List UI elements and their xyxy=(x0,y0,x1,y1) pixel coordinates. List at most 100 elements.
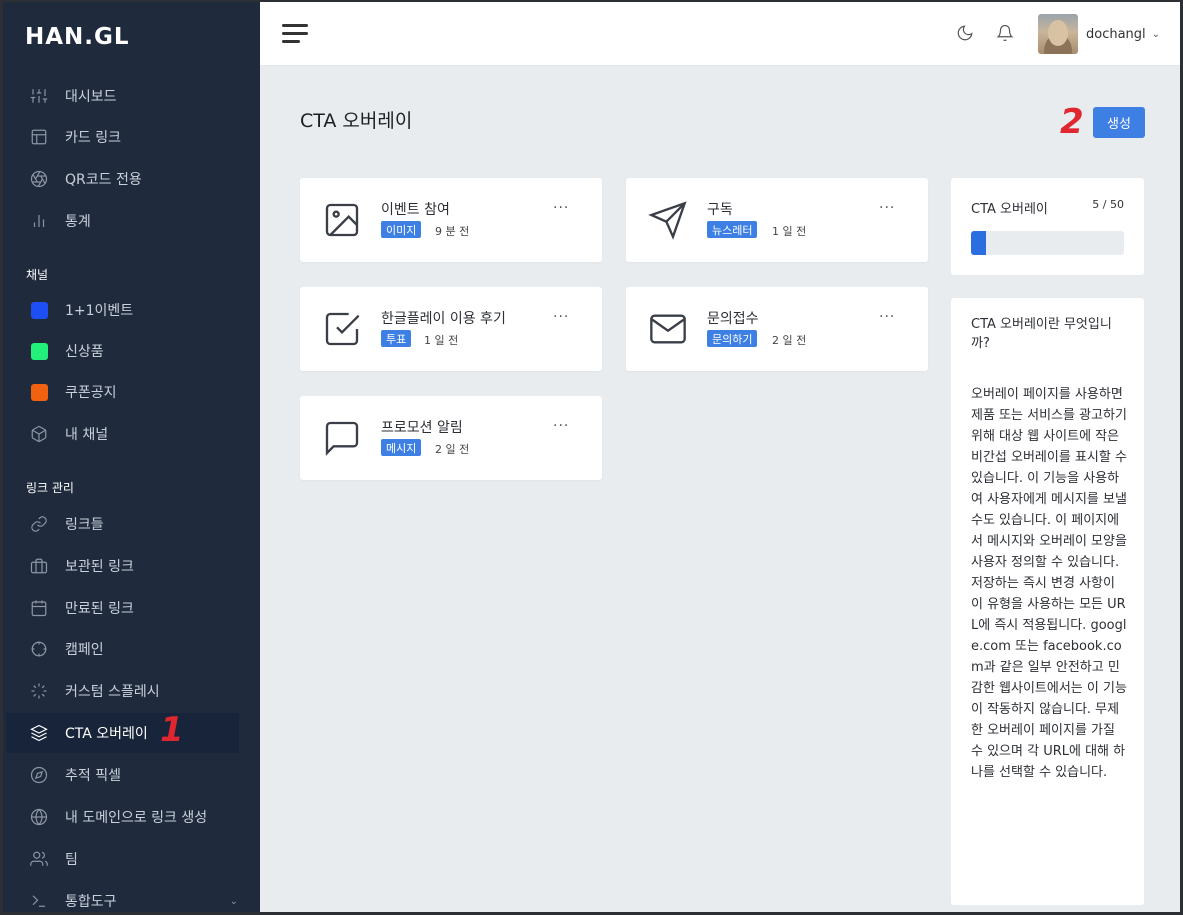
brand-logo[interactable]: HAN.GL xyxy=(25,24,130,50)
overlay-card-inquiry[interactable]: 문의접수 문의하기 2 일 전 ··· xyxy=(626,287,928,371)
card-title: 한글플레이 이용 후기 xyxy=(381,311,506,327)
more-options-icon[interactable]: ··· xyxy=(553,309,569,325)
users-icon xyxy=(29,849,49,869)
type-badge: 문의하기 xyxy=(707,330,758,347)
sidebar-item-label: 카드 링크 xyxy=(65,130,121,146)
sidebar-item-label: CTA 오버레이 xyxy=(65,726,148,742)
sidebar-item-label: 만료된 링크 xyxy=(65,601,134,617)
channel-color-swatch xyxy=(29,300,49,320)
usage-label: CTA 오버레이 xyxy=(971,202,1048,217)
more-options-icon[interactable]: ··· xyxy=(553,200,569,216)
sidebar-item-integrations[interactable]: 통합도구 ⌄ xyxy=(3,881,260,912)
card-time: 1 일 전 xyxy=(424,334,459,347)
layers-icon xyxy=(29,723,49,743)
sidebar-item-card-link[interactable]: 카드 링크 xyxy=(3,117,260,157)
check-square-icon xyxy=(322,309,362,349)
bar-chart-icon xyxy=(29,211,49,231)
usage-panel: CTA 오버레이 5 / 50 xyxy=(951,178,1144,275)
step-marker-1: 1 xyxy=(160,710,184,750)
sidebar-item-label: 내 도메인으로 링크 생성 xyxy=(65,810,208,826)
sidebar-item-label: 통계 xyxy=(65,214,91,230)
sidebar-item-team[interactable]: 팀 xyxy=(3,839,260,879)
page-title: CTA 오버레이 xyxy=(300,110,413,132)
sidebar-item-label: 1+1이벤트 xyxy=(65,303,134,319)
sidebar-item-label: 보관된 링크 xyxy=(65,559,134,575)
card-title: 구독 xyxy=(707,202,733,218)
info-body: 오버레이 페이지를 사용하면 제품 또는 서비스를 광고하기 위해 대상 웹 사… xyxy=(971,387,1127,780)
sidebar-item-label: 팀 xyxy=(65,852,78,868)
sidebar-item-custom-splash[interactable]: 커스텀 스플레시 xyxy=(3,671,260,711)
compass-icon xyxy=(29,765,49,785)
chevron-down-icon: ⌄ xyxy=(1151,28,1161,40)
mail-icon xyxy=(648,309,688,349)
layout-icon xyxy=(29,127,49,147)
terminal-icon xyxy=(29,891,49,911)
channels-section-title: 채널 xyxy=(26,268,49,282)
card-time: 2 일 전 xyxy=(772,334,807,347)
overlay-card-subscribe[interactable]: 구독 뉴스레터 1 일 전 ··· xyxy=(626,178,928,262)
channel-color-swatch xyxy=(29,341,49,361)
sidebar-item-campaign[interactable]: 캠페인 xyxy=(3,629,260,669)
send-icon xyxy=(648,200,688,240)
create-button[interactable]: 생성 xyxy=(1093,107,1145,138)
card-title: 프로모션 알림 xyxy=(381,420,463,436)
type-badge: 뉴스레터 xyxy=(707,221,758,238)
more-options-icon[interactable]: ··· xyxy=(553,418,569,434)
globe-icon xyxy=(29,807,49,827)
card-time: 2 일 전 xyxy=(435,443,470,456)
sidebar-item-links[interactable]: 링크들 xyxy=(3,504,260,544)
more-options-icon[interactable]: ··· xyxy=(879,309,895,325)
info-title: CTA 오버레이란 무엇입니까? xyxy=(971,317,1112,351)
sidebar-item-channel-new-product[interactable]: 신상품 xyxy=(3,331,260,371)
usage-count: 5 / 50 xyxy=(1092,198,1124,211)
overlay-card-promotion[interactable]: 프로모션 알림 메시지 2 일 전 ··· xyxy=(300,396,602,480)
sidebar-item-channel-1plus1[interactable]: 1+1이벤트 xyxy=(3,290,260,330)
username: dochangl xyxy=(1086,26,1146,42)
calendar-icon xyxy=(29,598,49,618)
more-options-icon[interactable]: ··· xyxy=(879,200,895,216)
sidebar-item-label: 추적 픽셀 xyxy=(65,768,121,784)
card-title: 이벤트 참여 xyxy=(381,202,450,218)
chevron-down-icon: ⌄ xyxy=(229,895,238,907)
image-icon xyxy=(322,200,362,240)
moon-icon[interactable] xyxy=(956,24,976,44)
sidebar-item-label: 쿠폰공지 xyxy=(65,385,117,401)
card-time: 1 일 전 xyxy=(772,225,807,238)
user-menu[interactable]: dochangl ⌄ xyxy=(1038,14,1160,54)
sidebar-item-dashboard[interactable]: 대시보드 xyxy=(3,76,260,116)
sidebar-item-label: 링크들 xyxy=(65,517,104,533)
sidebar-item-cta-overlay[interactable]: CTA 오버레이 xyxy=(6,713,239,753)
crosshair-icon xyxy=(29,639,49,659)
overlay-card-review[interactable]: 한글플레이 이용 후기 투표 1 일 전 ··· xyxy=(300,287,602,371)
sidebar-item-label: QR코드 전용 xyxy=(65,172,142,188)
sidebar-item-label: 신상품 xyxy=(65,344,104,360)
box-icon xyxy=(29,424,49,444)
info-panel: CTA 오버레이란 무엇입니까? 오버레이 페이지를 사용하면 제품 또는 서비… xyxy=(951,298,1144,905)
top-bar: dochangl ⌄ xyxy=(260,2,1180,66)
message-square-icon xyxy=(322,418,362,458)
menu-toggle-icon[interactable] xyxy=(282,24,308,44)
sidebar-item-archived-links[interactable]: 보관된 링크 xyxy=(3,546,260,586)
card-title: 문의접수 xyxy=(707,311,759,327)
sidebar-item-label: 커스텀 스플레시 xyxy=(65,684,160,700)
aperture-icon xyxy=(29,169,49,189)
overlay-card-event[interactable]: 이벤트 참여 이미지 9 분 전 ··· xyxy=(300,178,602,262)
step-marker-2: 2 xyxy=(1060,102,1084,142)
sliders-icon xyxy=(29,86,49,106)
type-badge: 이미지 xyxy=(381,221,422,238)
sidebar-item-qr[interactable]: QR코드 전용 xyxy=(3,159,260,199)
sidebar-item-custom-domain[interactable]: 내 도메인으로 링크 생성 xyxy=(3,797,260,837)
link-icon xyxy=(29,514,49,534)
sidebar-item-tracking-pixel[interactable]: 추적 픽셀 xyxy=(3,755,260,795)
sidebar-item-label: 내 채널 xyxy=(65,427,109,443)
sidebar-item-expired-links[interactable]: 만료된 링크 xyxy=(3,588,260,628)
bell-icon[interactable] xyxy=(996,24,1016,44)
sidebar-item-my-channel[interactable]: 내 채널 xyxy=(3,414,260,454)
links-section-title: 링크 관리 xyxy=(26,481,74,495)
sidebar-item-channel-coupon[interactable]: 쿠폰공지 xyxy=(3,372,260,412)
usage-progress-fill xyxy=(971,231,987,255)
sidebar-item-stats[interactable]: 통계 xyxy=(3,201,260,241)
type-badge: 투표 xyxy=(381,330,412,347)
app-window: HAN.GL 대시보드 카드 링크 QR코드 전용 통계 채널 1+1이벤트 신… xyxy=(0,0,1183,915)
usage-progress-bar xyxy=(971,231,1124,255)
